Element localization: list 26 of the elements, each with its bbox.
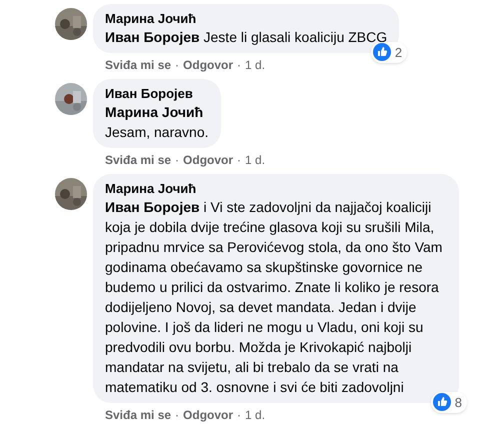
separator: ·	[175, 152, 180, 168]
separator: ·	[237, 152, 242, 168]
separator: ·	[175, 57, 180, 73]
thumbs-up-icon	[372, 43, 391, 62]
reaction-badge[interactable]: 2	[370, 42, 408, 63]
action-link[interactable]: Sviđa mi se	[105, 57, 172, 73]
separator: ·	[175, 407, 180, 423]
separator: ·	[237, 407, 242, 423]
reaction-count: 8	[454, 394, 462, 412]
reaction-count: 2	[394, 44, 402, 62]
timestamp[interactable]: 1 d.	[245, 152, 266, 168]
comment-text: Марина Јочић	[105, 103, 204, 122]
timestamp[interactable]: 1 d.	[245, 57, 266, 73]
comment-text: Jesam, naravno.	[105, 123, 208, 142]
reaction-badge[interactable]: 8	[430, 392, 467, 413]
action-link[interactable]: Odgovor	[183, 57, 234, 73]
action-link[interactable]: Odgovor	[183, 407, 234, 423]
action-link[interactable]: Sviđa mi se	[105, 407, 172, 423]
author-name[interactable]: Марина Јочић	[105, 180, 447, 197]
timestamp[interactable]: 1 d.	[245, 407, 266, 423]
author-name[interactable]: Иван Боројев	[105, 85, 208, 102]
action-link[interactable]: Sviđa mi se	[105, 152, 172, 168]
action-link[interactable]: Odgovor	[183, 152, 234, 168]
author-name[interactable]: Марина Јочић	[105, 10, 388, 27]
thumbs-up-icon	[432, 393, 451, 412]
separator: ·	[237, 57, 242, 73]
